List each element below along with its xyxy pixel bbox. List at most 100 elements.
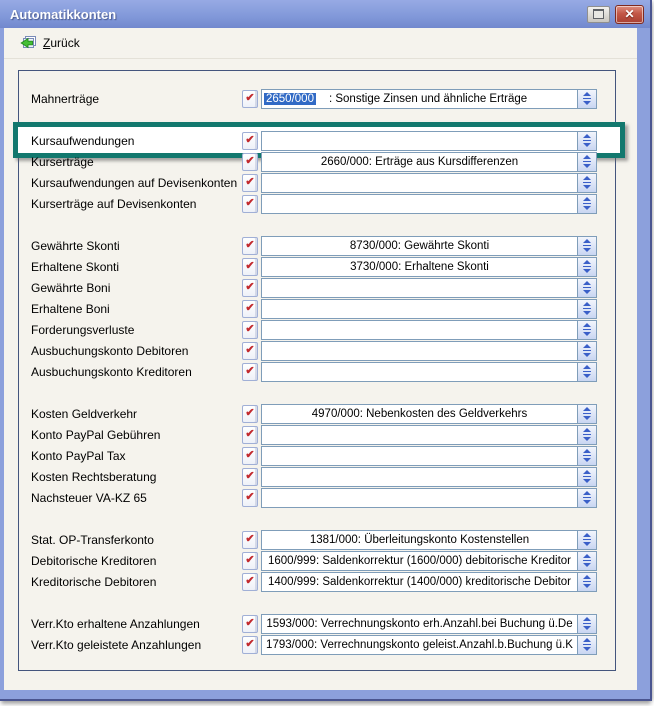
spinner-up-icon[interactable]: [583, 365, 591, 369]
spinner-down-icon[interactable]: [583, 164, 591, 168]
spinner-down-icon[interactable]: [583, 353, 591, 357]
spinner-up-icon[interactable]: [583, 575, 591, 579]
spinner-up-icon[interactable]: [583, 407, 591, 411]
active-check-button[interactable]: ✔: [242, 258, 258, 276]
active-check-button[interactable]: ✔: [242, 573, 258, 591]
spinner-up-icon[interactable]: [583, 428, 591, 432]
spinner-up-icon[interactable]: [583, 323, 591, 327]
account-combobox[interactable]: [261, 488, 597, 508]
account-combobox[interactable]: [261, 425, 597, 445]
active-check-button[interactable]: ✔: [242, 552, 258, 570]
spinner-up-icon[interactable]: [583, 533, 591, 537]
spinner-up-icon[interactable]: [583, 197, 591, 201]
spinner-up-icon[interactable]: [583, 554, 591, 558]
account-combobox[interactable]: [261, 467, 597, 487]
account-combobox[interactable]: [261, 320, 597, 340]
restore-button[interactable]: [587, 6, 610, 23]
spinner-control[interactable]: [577, 573, 596, 591]
spinner-control[interactable]: [577, 636, 596, 654]
account-combobox[interactable]: 1400/999: Saldenkorrektur (1400/000) kre…: [261, 572, 597, 592]
spinner-up-icon[interactable]: [583, 134, 591, 138]
account-combobox[interactable]: [261, 131, 597, 151]
account-combobox[interactable]: 2660/000: Erträge aus Kursdifferenzen: [261, 152, 597, 172]
spinner-control[interactable]: [577, 468, 596, 486]
spinner-up-icon[interactable]: [583, 617, 591, 621]
account-combobox[interactable]: [261, 299, 597, 319]
back-button[interactable]: Zurück: [15, 32, 87, 54]
active-check-button[interactable]: ✔: [242, 174, 258, 192]
spinner-down-icon[interactable]: [583, 332, 591, 336]
spinner-down-icon[interactable]: [583, 206, 591, 210]
spinner-down-icon[interactable]: [583, 269, 591, 273]
spinner-down-icon[interactable]: [583, 479, 591, 483]
active-check-button[interactable]: ✔: [242, 531, 258, 549]
title-bar[interactable]: Automatikkonten ✕: [0, 0, 650, 28]
spinner-control[interactable]: [577, 426, 596, 444]
active-check-button[interactable]: ✔: [242, 321, 258, 339]
account-combobox[interactable]: 1793/000: Verrechnungskonto geleist.Anza…: [261, 635, 597, 655]
spinner-up-icon[interactable]: [583, 344, 591, 348]
active-check-button[interactable]: ✔: [242, 468, 258, 486]
active-check-button[interactable]: ✔: [242, 636, 258, 654]
spinner-down-icon[interactable]: [583, 311, 591, 315]
active-check-button[interactable]: ✔: [242, 489, 258, 507]
spinner-down-icon[interactable]: [583, 374, 591, 378]
spinner-control[interactable]: [577, 531, 596, 549]
spinner-control[interactable]: [577, 258, 596, 276]
spinner-down-icon[interactable]: [583, 248, 591, 252]
spinner-down-icon[interactable]: [583, 563, 591, 567]
spinner-control[interactable]: [577, 489, 596, 507]
spinner-up-icon[interactable]: [583, 176, 591, 180]
spinner-up-icon[interactable]: [583, 302, 591, 306]
spinner-up-icon[interactable]: [583, 260, 591, 264]
spinner-control[interactable]: [577, 279, 596, 297]
spinner-down-icon[interactable]: [583, 542, 591, 546]
active-check-button[interactable]: ✔: [242, 195, 258, 213]
spinner-down-icon[interactable]: [583, 458, 591, 462]
spinner-control[interactable]: [577, 174, 596, 192]
active-check-button[interactable]: ✔: [242, 342, 258, 360]
spinner-down-icon[interactable]: [583, 626, 591, 630]
spinner-control[interactable]: [577, 363, 596, 381]
spinner-down-icon[interactable]: [583, 101, 591, 105]
spinner-down-icon[interactable]: [583, 437, 591, 441]
active-check-button[interactable]: ✔: [242, 426, 258, 444]
active-check-button[interactable]: ✔: [242, 300, 258, 318]
spinner-down-icon[interactable]: [583, 647, 591, 651]
spinner-up-icon[interactable]: [583, 155, 591, 159]
account-combobox[interactable]: [261, 194, 597, 214]
active-check-button[interactable]: ✔: [242, 153, 258, 171]
spinner-down-icon[interactable]: [583, 290, 591, 294]
active-check-button[interactable]: ✔: [242, 90, 258, 108]
spinner-control[interactable]: [577, 237, 596, 255]
spinner-down-icon[interactable]: [583, 500, 591, 504]
account-combobox[interactable]: [261, 362, 597, 382]
active-check-button[interactable]: ✔: [242, 615, 258, 633]
spinner-up-icon[interactable]: [583, 449, 591, 453]
spinner-down-icon[interactable]: [583, 416, 591, 420]
active-check-button[interactable]: ✔: [242, 363, 258, 381]
spinner-control[interactable]: [577, 342, 596, 360]
spinner-control[interactable]: [577, 552, 596, 570]
account-combobox[interactable]: 1600/999: Saldenkorrektur (1600/000) deb…: [261, 551, 597, 571]
account-combobox[interactable]: [261, 278, 597, 298]
active-check-button[interactable]: ✔: [242, 447, 258, 465]
active-check-button[interactable]: ✔: [242, 132, 258, 150]
account-combobox[interactable]: 1593/000: Verrechnungskonto erh.Anzahl.b…: [261, 614, 597, 634]
spinner-up-icon[interactable]: [583, 491, 591, 495]
spinner-control[interactable]: [577, 447, 596, 465]
account-combobox[interactable]: [261, 446, 597, 466]
spinner-up-icon[interactable]: [583, 470, 591, 474]
spinner-up-icon[interactable]: [583, 92, 591, 96]
spinner-control[interactable]: [577, 153, 596, 171]
spinner-control[interactable]: [577, 321, 596, 339]
spinner-down-icon[interactable]: [583, 185, 591, 189]
spinner-control[interactable]: [577, 300, 596, 318]
spinner-control[interactable]: [577, 195, 596, 213]
spinner-control[interactable]: [577, 90, 596, 108]
spinner-control[interactable]: [577, 132, 596, 150]
active-check-button[interactable]: ✔: [242, 279, 258, 297]
spinner-control[interactable]: [577, 405, 596, 423]
account-combobox[interactable]: 8730/000: Gewährte Skonti: [261, 236, 597, 256]
spinner-up-icon[interactable]: [583, 281, 591, 285]
